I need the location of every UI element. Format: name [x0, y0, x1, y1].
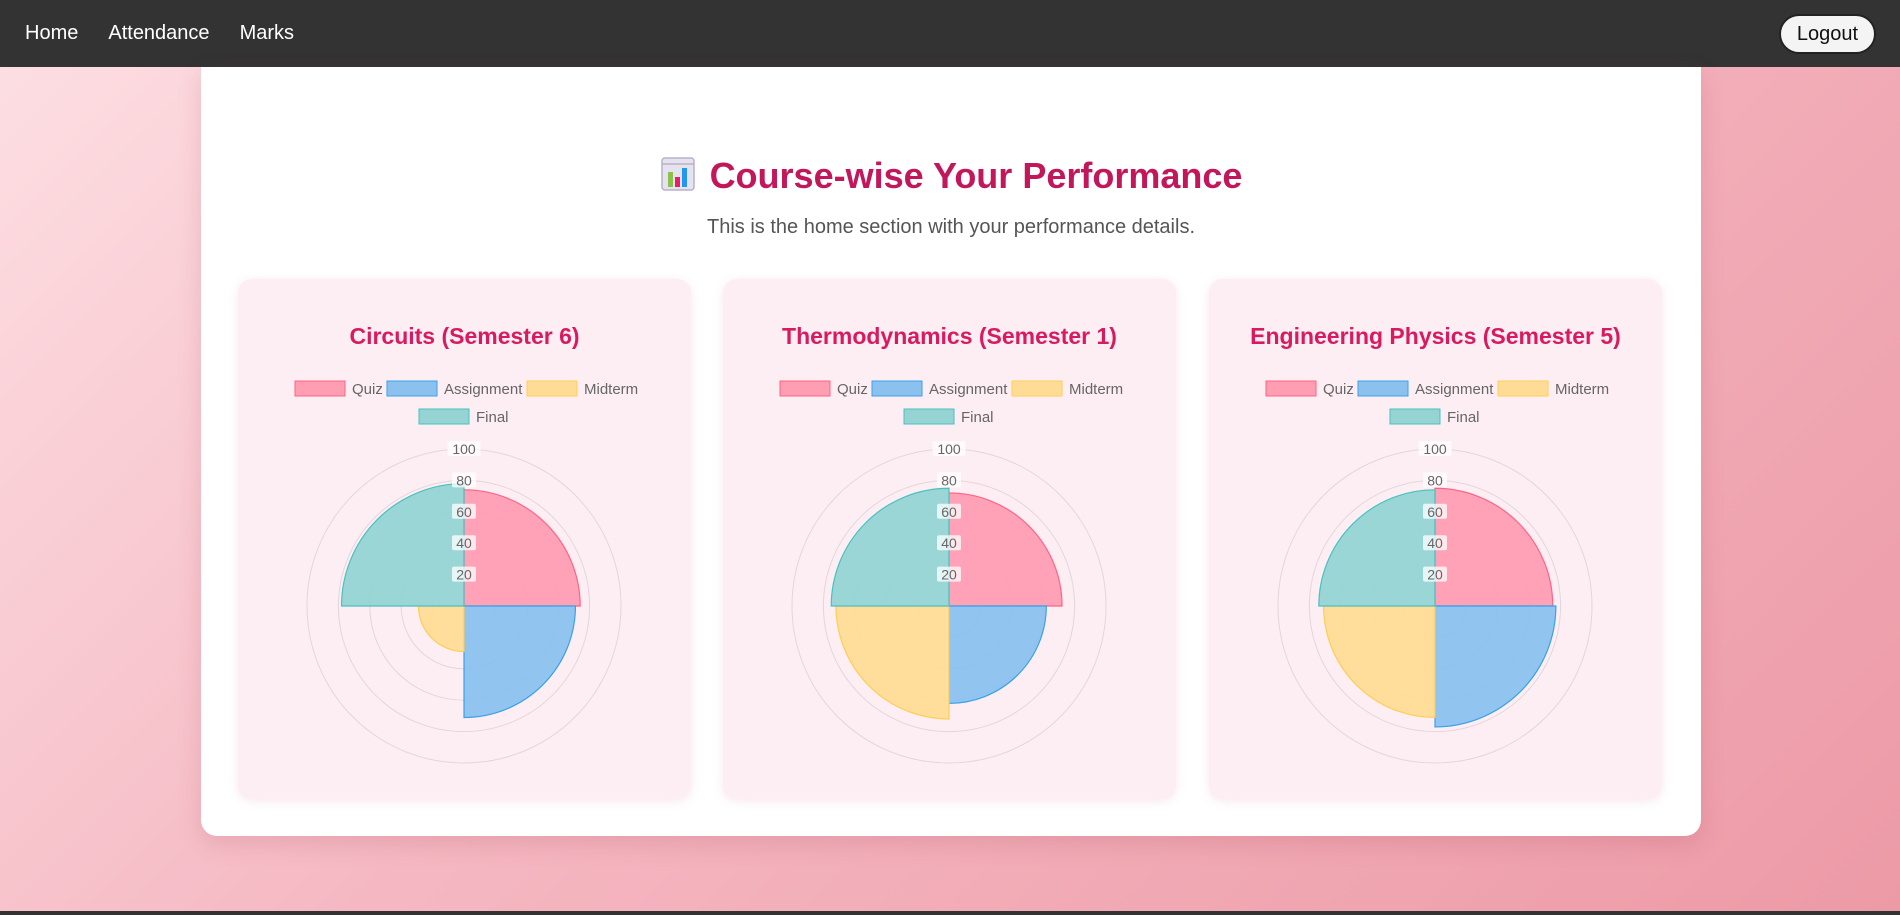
sector-final[interactable]: [830, 487, 950, 607]
polar-area-chart: Quiz Assignment Midterm Final 20 40 60 80 100: [1265, 380, 1609, 764]
nav-attendance-link[interactable]: Attendance: [108, 22, 209, 45]
legend-label: Assignment: [444, 381, 523, 398]
main-card: Course-wise Your Performance This is the…: [201, 67, 1701, 836]
page-title: Course-wise Your Performance: [201, 155, 1701, 201]
tick-label: 60: [1427, 504, 1443, 520]
tick-label: 100: [1423, 441, 1447, 457]
legend-label: Midterm: [584, 381, 638, 398]
page-subtitle: This is the home section with your perfo…: [707, 216, 1195, 238]
legend-swatch: [779, 380, 831, 397]
legend-swatch: [1389, 408, 1441, 425]
tick-label: 40: [456, 535, 472, 551]
legend-label: Final: [1447, 409, 1480, 426]
legend-swatch: [871, 380, 923, 397]
legend-swatch: [418, 408, 470, 425]
legend-item-midterm[interactable]: Midterm: [1497, 380, 1609, 398]
course-card-2: Engineering Physics (Semester 5) Quiz Ass…: [1209, 279, 1662, 799]
tick-label: 60: [456, 504, 472, 520]
legend-swatch: [294, 380, 346, 397]
legend-swatch: [903, 408, 955, 425]
page-title-text: Course-wise Your Performance: [709, 155, 1243, 196]
tick-label: 80: [1427, 472, 1443, 488]
legend-swatch: [386, 380, 438, 397]
polar-area-chart: Quiz Assignment Midterm Final 20 40 60 80 100: [779, 380, 1123, 764]
legend-item-midterm[interactable]: Midterm: [1011, 380, 1123, 398]
legend-swatch: [526, 380, 578, 397]
legend-item-assignment[interactable]: Assignment: [386, 380, 523, 398]
legend-label: Final: [961, 409, 994, 426]
course-card-1: Thermodynamics (Semester 1) Quiz Assignme…: [723, 279, 1176, 799]
legend-swatch: [1265, 380, 1317, 397]
course-card-0: Circuits (Semester 6) Quiz Assignment Midt…: [238, 279, 691, 799]
logout-button[interactable]: Logout: [1778, 14, 1876, 54]
legend-swatch: [1497, 380, 1549, 397]
legend-label: Quiz: [837, 381, 868, 398]
legend-item-quiz[interactable]: Quiz: [294, 380, 383, 398]
sector-assignment[interactable]: [463, 605, 577, 719]
legend-label: Final: [476, 409, 509, 426]
tick-label: 100: [937, 441, 961, 457]
sector-final[interactable]: [1318, 489, 1436, 607]
tick-label: 20: [1427, 567, 1443, 583]
sector-quiz[interactable]: [948, 492, 1063, 607]
tick-label: 80: [941, 472, 957, 488]
legend-item-midterm[interactable]: Midterm: [526, 380, 638, 398]
legend-item-final[interactable]: Final: [903, 408, 994, 426]
legend-item-final[interactable]: Final: [1389, 408, 1480, 426]
legend-label: Midterm: [1069, 381, 1123, 398]
tick-label: 40: [941, 535, 957, 551]
tick-label: 20: [941, 567, 957, 583]
legend-item-quiz[interactable]: Quiz: [1265, 380, 1354, 398]
legend-swatch: [1011, 380, 1063, 397]
tick-label: 80: [456, 472, 472, 488]
tick-label: 20: [456, 567, 472, 583]
sector-assignment[interactable]: [948, 605, 1047, 704]
sector-quiz[interactable]: [1434, 487, 1554, 607]
bar-chart-icon: [660, 156, 696, 201]
sector-quiz[interactable]: [463, 489, 581, 607]
tick-label: 60: [941, 504, 957, 520]
legend-label: Midterm: [1555, 381, 1609, 398]
polar-area-chart: Quiz Assignment Midterm Final 20 40 60 80 100: [294, 380, 638, 764]
tick-label: 100: [452, 441, 476, 457]
legend-label: Quiz: [1323, 381, 1354, 398]
legend-item-quiz[interactable]: Quiz: [779, 380, 868, 398]
legend-label: Quiz: [352, 381, 383, 398]
legend-item-assignment[interactable]: Assignment: [1357, 380, 1494, 398]
footer-strip: [0, 911, 1900, 915]
legend-label: Assignment: [929, 381, 1008, 398]
nav-home-link[interactable]: Home: [25, 22, 78, 45]
navbar: Home Attendance Marks Logout: [0, 0, 1900, 67]
legend-swatch: [1357, 380, 1409, 397]
nav-marks-link[interactable]: Marks: [240, 22, 294, 45]
sector-final[interactable]: [340, 482, 465, 607]
sector-assignment[interactable]: [1434, 605, 1557, 728]
tick-label: 40: [1427, 535, 1443, 551]
sector-midterm[interactable]: [1322, 605, 1436, 719]
sector-midterm[interactable]: [835, 605, 950, 720]
legend-item-assignment[interactable]: Assignment: [871, 380, 1008, 398]
sector-midterm[interactable]: [417, 605, 465, 653]
legend-item-final[interactable]: Final: [418, 408, 509, 426]
legend-label: Assignment: [1415, 381, 1494, 398]
